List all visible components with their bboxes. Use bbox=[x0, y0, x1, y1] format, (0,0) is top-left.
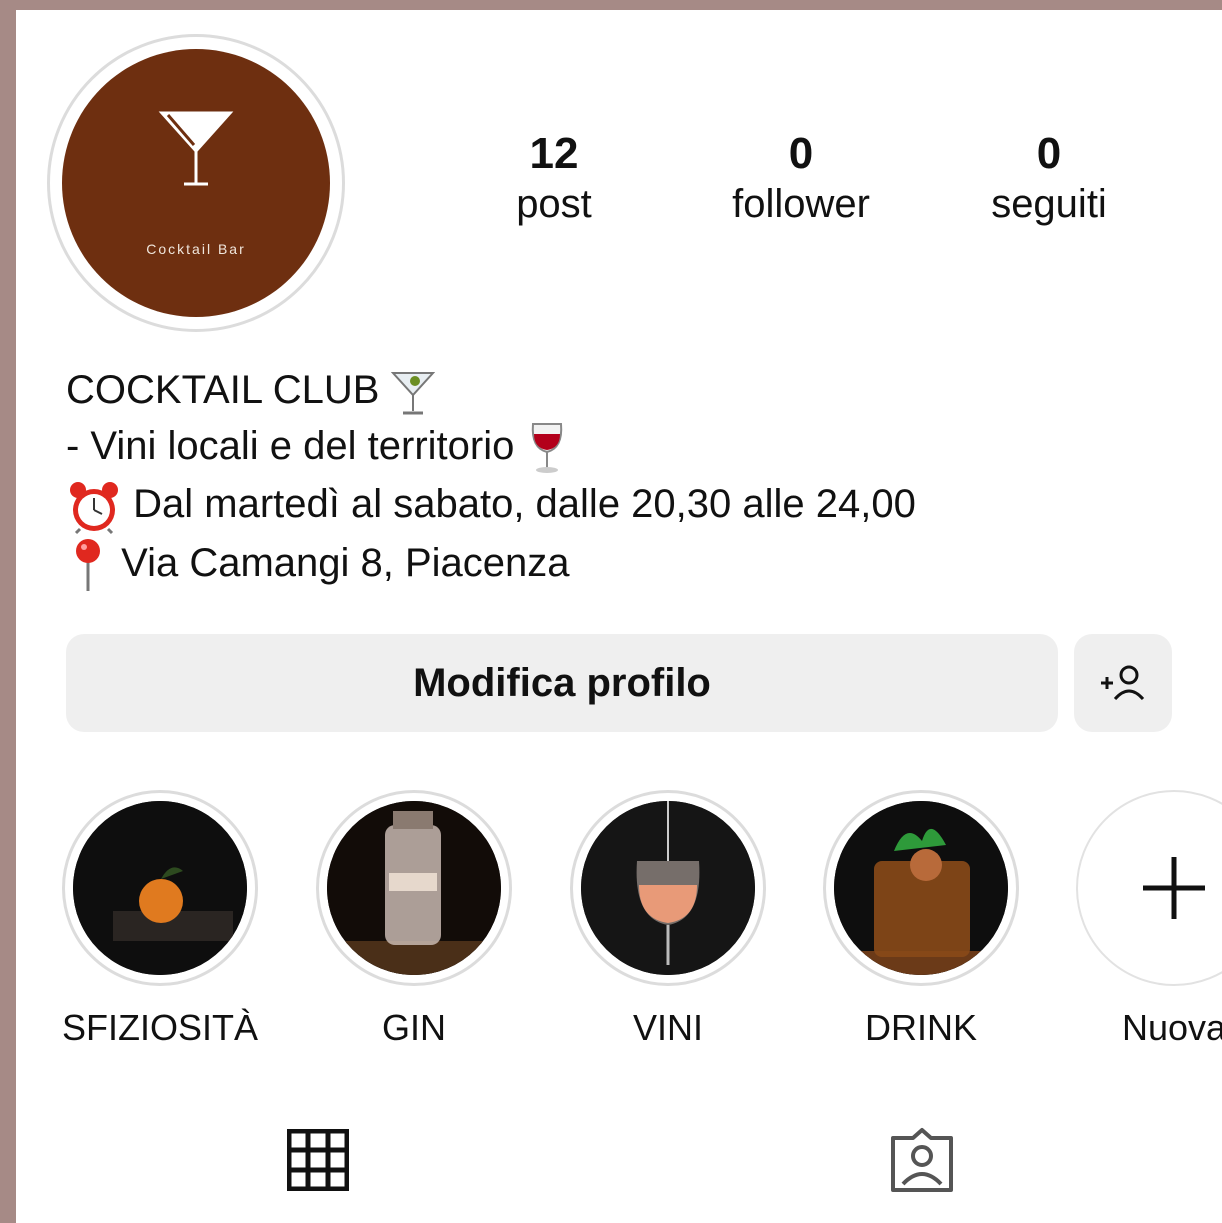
bio-wines: - Vini locali e del territorio bbox=[66, 424, 515, 468]
stat-value: 0 bbox=[1036, 129, 1062, 178]
stat-label: follower bbox=[732, 182, 870, 226]
highlight-new[interactable]: Nuova bbox=[1074, 790, 1222, 1050]
bio-name: COCKTAIL CLUB bbox=[66, 368, 380, 412]
round-pushpin-icon bbox=[76, 539, 100, 592]
bio-line-wines: - Vini locali e del territorio bbox=[66, 418, 916, 476]
edit-profile-button[interactable]: Modifica profilo bbox=[66, 634, 1058, 732]
stat-following[interactable]: 0 seguiti bbox=[949, 128, 1149, 228]
highlight-image bbox=[581, 801, 755, 975]
highlight-image bbox=[834, 801, 1008, 975]
avatar-logo: Cocktail Bar bbox=[62, 49, 330, 317]
alarm-clock-icon bbox=[70, 481, 118, 534]
bio-line-hours: Dal martedì al sabato, dalle 20,30 alle … bbox=[66, 476, 916, 534]
stat-label: seguiti bbox=[991, 182, 1107, 226]
tab-tagged[interactable] bbox=[886, 1126, 958, 1194]
profile-screen: Cocktail Bar 12 post 0 follower 0 seguit… bbox=[16, 10, 1222, 1223]
profile-bio: COCKTAIL CLUB - Vini locali e del territ… bbox=[66, 362, 916, 593]
plus-icon bbox=[1143, 857, 1205, 919]
profile-avatar[interactable]: Cocktail Bar bbox=[47, 34, 345, 332]
tab-posts-grid[interactable] bbox=[286, 1128, 350, 1192]
stat-value: 0 bbox=[788, 129, 814, 178]
bio-line-address: Via Camangi 8, Piacenza bbox=[66, 535, 916, 593]
highlight-drink[interactable]: DRINK bbox=[821, 790, 1021, 1050]
highlight-label: VINI bbox=[632, 1007, 703, 1048]
highlight-image bbox=[73, 801, 247, 975]
cocktail-glass-icon bbox=[390, 372, 435, 415]
highlight-vini[interactable]: VINI bbox=[568, 790, 768, 1050]
tagged-person-icon bbox=[891, 1128, 953, 1192]
highlight-label: GIN bbox=[381, 1007, 446, 1048]
highlight-label: Nuova bbox=[1121, 1007, 1222, 1048]
wine-glass-icon bbox=[532, 423, 563, 474]
highlight-label: DRINK bbox=[864, 1007, 977, 1048]
highlight-gin[interactable]: GIN bbox=[314, 790, 514, 1050]
avatar-caption: Cocktail Bar bbox=[146, 241, 246, 257]
stat-followers[interactable]: 0 follower bbox=[701, 128, 901, 228]
stat-label: post bbox=[516, 182, 592, 226]
bio-address: Via Camangi 8, Piacenza bbox=[121, 540, 570, 585]
discover-people-button[interactable] bbox=[1074, 634, 1172, 732]
bio-hours: Dal martedì al sabato, dalle 20,30 alle … bbox=[133, 482, 916, 527]
grid-icon bbox=[287, 1129, 349, 1191]
stat-value: 12 bbox=[529, 129, 579, 178]
highlight-sfiziosita[interactable]: SFIZIOSITÀ bbox=[60, 790, 260, 1050]
stat-posts[interactable]: 12 post bbox=[454, 128, 654, 228]
highlight-image bbox=[327, 801, 501, 975]
bio-line-name: COCKTAIL CLUB bbox=[66, 362, 916, 418]
martini-logo-icon bbox=[158, 111, 234, 186]
highlight-label: SFIZIOSITÀ bbox=[61, 1007, 258, 1048]
add-person-icon bbox=[1101, 665, 1145, 701]
